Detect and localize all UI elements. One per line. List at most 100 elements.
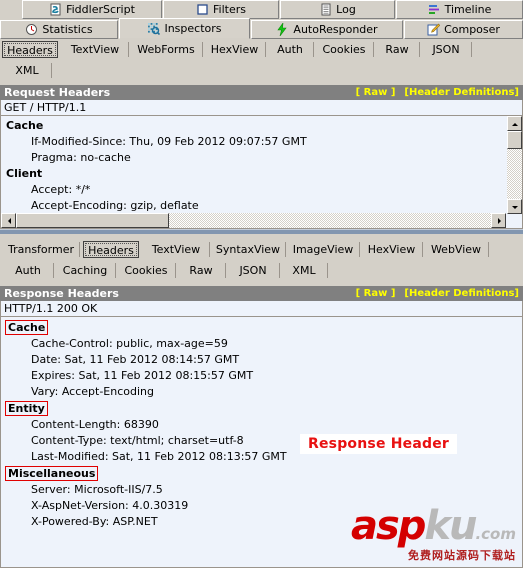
request-header-list: Cache If-Modified-Since: Thu, 09 Feb 2012… [1, 116, 510, 214]
request-header-row[interactable]: Accept-Encoding: gzip, deflate [5, 198, 510, 214]
tab-label: TextView [151, 243, 201, 256]
response-header-row[interactable]: Content-Length: 68390 [5, 417, 522, 433]
request-vscroll-thumb[interactable] [507, 131, 522, 149]
response-header-annotation: Response Header [300, 434, 457, 454]
request-scroll-up-button[interactable] [507, 116, 522, 131]
tab-label: Cookies [124, 264, 168, 277]
response-tab-webview[interactable]: WebView [423, 241, 489, 258]
response-header-list: Cache Cache-Control: public, max-age=59 Da… [1, 317, 522, 530]
response-headers-panel: Response Headers [ Raw ] [Header Definit… [0, 286, 523, 568]
response-tab-xml[interactable]: XML [280, 262, 328, 279]
request-tab-headers[interactable]: Headers [2, 41, 58, 58]
response-header-row[interactable]: Vary: Accept-Encoding [5, 384, 522, 400]
tab-separator [79, 242, 80, 257]
request-header-group: Client [5, 166, 510, 182]
main-tab-inspectors[interactable]: Inspectors [119, 18, 250, 39]
response-status-line[interactable]: HTTP/1.1 200 OK [0, 301, 523, 317]
request-tab-cookies[interactable]: Cookies [314, 41, 374, 58]
response-tab-transformer[interactable]: Transformer [2, 241, 80, 258]
request-tab-webforms[interactable]: WebForms [129, 41, 203, 58]
watermark-com: .com [475, 525, 516, 543]
request-vertical-scrollbar[interactable] [507, 116, 522, 214]
tab-label: SyntaxView [215, 243, 281, 256]
response-tab-cookies[interactable]: Cookies [116, 262, 176, 279]
main-tab-label: AutoResponder [293, 23, 378, 36]
request-scroll-right-button[interactable] [491, 213, 506, 228]
response-tab-hexview[interactable]: HexView [360, 241, 423, 258]
response-panel-title: Response Headers [ Raw ] [Header Definit… [0, 286, 523, 301]
request-hscroll-track[interactable] [169, 213, 491, 228]
response-tab-json[interactable]: JSON [226, 262, 280, 279]
request-scroll-left-button[interactable] [1, 213, 16, 228]
main-tab-label: Inspectors [164, 22, 222, 35]
response-raw-link[interactable]: [ Raw ] [356, 286, 396, 301]
response-tab-headers[interactable]: Headers [83, 241, 139, 258]
request-tab-json[interactable]: JSON [420, 41, 472, 58]
request-panel-title-text: Request Headers [4, 86, 111, 99]
response-header-group-name: Entity [5, 401, 48, 416]
response-header-group-name: Miscellaneous [5, 466, 99, 481]
tab-label: Raw [189, 264, 213, 277]
response-header-group: Miscellaneous [5, 465, 522, 482]
autoresponder-icon [276, 21, 289, 37]
response-header-definitions-link[interactable]: [Header Definitions] [404, 286, 519, 301]
response-panel-title-text: Response Headers [4, 287, 119, 300]
request-vscroll-track[interactable] [507, 149, 522, 199]
request-header-definitions-link[interactable]: [Header Definitions] [404, 85, 519, 100]
response-headers-body[interactable]: Cache Cache-Control: public, max-age=59 Da… [0, 317, 523, 568]
tab-separator [51, 63, 52, 78]
request-tab-xml[interactable]: XML [2, 62, 52, 79]
response-header-row[interactable]: Expires: Sat, 11 Feb 2012 08:15:57 GMT [5, 368, 522, 384]
tab-separator [488, 242, 489, 257]
request-tab-textview[interactable]: TextView [61, 41, 129, 58]
request-raw-link[interactable]: [ Raw ] [356, 85, 396, 100]
request-horizontal-scrollbar[interactable] [1, 213, 506, 228]
tab-label: XML [292, 264, 316, 277]
tab-label: Transformer [7, 243, 74, 256]
tab-label: TextView [70, 43, 120, 56]
tab-label: Caching [62, 264, 108, 277]
response-tab-auth[interactable]: Auth [2, 262, 54, 279]
main-tab-log[interactable]: Log [280, 0, 395, 19]
response-header-group: Entity [5, 400, 522, 417]
tab-separator [471, 42, 472, 57]
timeline-icon [428, 3, 441, 16]
response-header-row[interactable]: Cache-Control: public, max-age=59 [5, 336, 522, 352]
request-hscroll-thumb[interactable] [16, 213, 169, 228]
request-panel-title: Request Headers [ Raw ] [Header Definiti… [0, 85, 523, 100]
request-scroll-down-button[interactable] [507, 199, 522, 214]
request-headers-body[interactable]: Cache If-Modified-Since: Thu, 09 Feb 2012… [0, 116, 523, 229]
request-tab-raw[interactable]: Raw [374, 41, 420, 58]
request-headers-panel: Request Headers [ Raw ] [Header Definiti… [0, 85, 523, 229]
tab-label: HexView [210, 43, 259, 56]
filter-icon [196, 3, 209, 16]
request-header-row[interactable]: Accept: */* [5, 182, 510, 198]
fiddler-window: FiddlerScript Filters Log Timeline Statisti… [0, 0, 523, 568]
response-tab-imageview[interactable]: ImageView [286, 241, 360, 258]
request-tab-hexview[interactable]: HexView [203, 41, 266, 58]
tab-separator [327, 263, 328, 278]
main-tab-filters[interactable]: Filters [163, 0, 279, 19]
main-tab-statistics[interactable]: Statistics [0, 20, 118, 39]
request-header-row[interactable]: If-Modified-Since: Thu, 09 Feb 2012 09:0… [5, 134, 510, 150]
response-tab-textview[interactable]: TextView [142, 241, 210, 258]
request-header-row[interactable]: Pragma: no-cache [5, 150, 510, 166]
response-tab-caching[interactable]: Caching [54, 262, 116, 279]
response-header-row[interactable]: Server: Microsoft-IIS/7.5 [5, 482, 522, 498]
statistics-icon [25, 23, 38, 36]
watermark-ku: ku [424, 503, 477, 549]
panel-splitter[interactable] [0, 229, 523, 234]
response-header-row[interactable]: Date: Sat, 11 Feb 2012 08:14:57 GMT [5, 352, 522, 368]
main-tab-timeline[interactable]: Timeline [396, 0, 523, 19]
request-tab-auth[interactable]: Auth [266, 41, 314, 58]
tab-label: Headers [88, 244, 134, 257]
response-tab-raw[interactable]: Raw [176, 262, 226, 279]
main-tab-label: FiddlerScript [66, 3, 135, 16]
main-tab-composer[interactable]: Composer [404, 20, 523, 39]
main-tab-autoresponder[interactable]: AutoResponder [251, 20, 403, 39]
aspku-watermark: aspku.com 免费网站源码下载站 [351, 506, 516, 561]
response-tab-syntaxview[interactable]: SyntaxView [210, 241, 286, 258]
main-tab-bar: FiddlerScript Filters Log Timeline Statisti… [0, 0, 523, 40]
request-status-line[interactable]: GET / HTTP/1.1 [0, 100, 523, 116]
main-tab-fiddlerscript[interactable]: FiddlerScript [22, 0, 162, 19]
